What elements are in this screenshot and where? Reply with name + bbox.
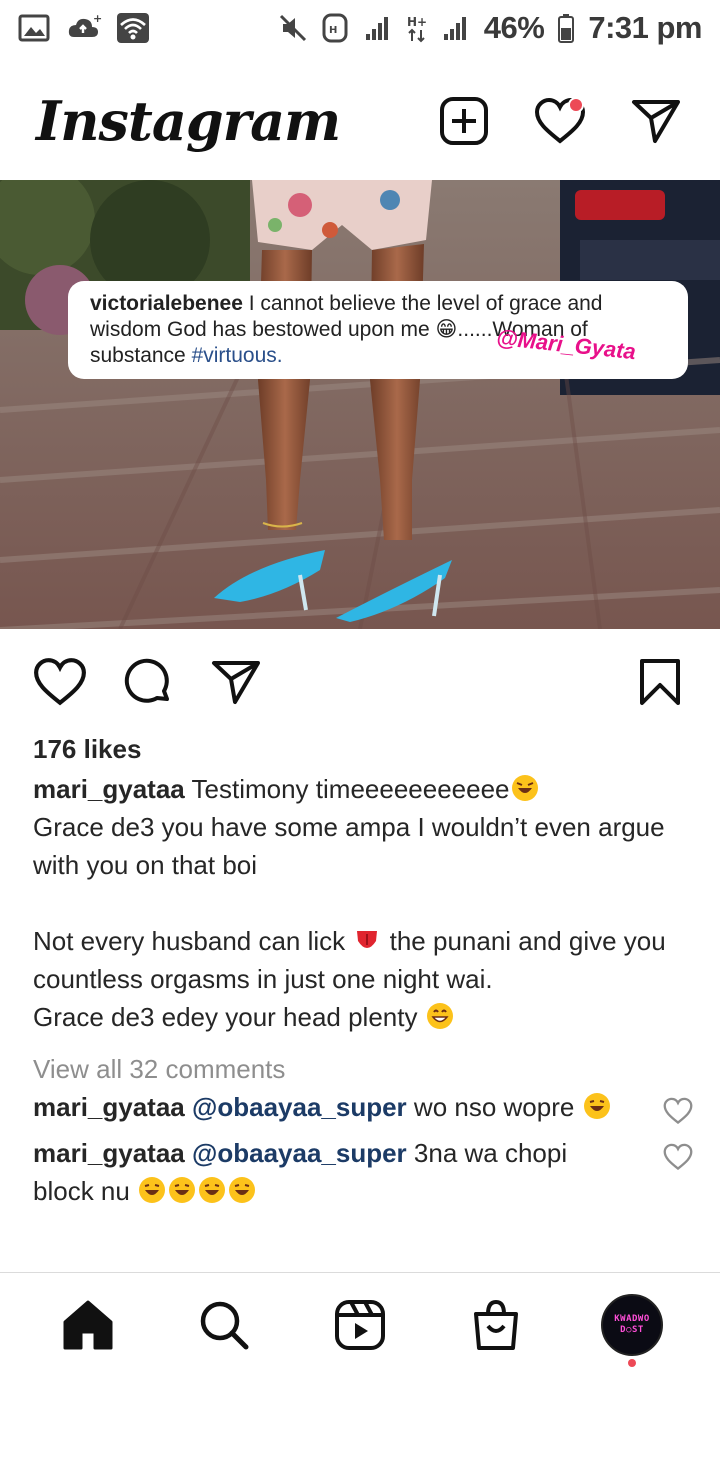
svg-text:H+: H+ — [407, 15, 427, 29]
hplus-icon: H+ — [406, 13, 428, 43]
laugh-emoji-icon — [169, 1177, 196, 1203]
comment-mention[interactable]: @obaayaa_super — [192, 1092, 407, 1122]
share-button[interactable] — [208, 654, 264, 710]
svg-text:+: + — [93, 13, 102, 25]
nav-home[interactable] — [56, 1293, 120, 1357]
profile-avatar[interactable]: KWADWO D○ST — [601, 1293, 663, 1356]
mute-icon — [278, 13, 308, 43]
hd-icon: H — [322, 13, 350, 43]
caption-overlay: victorialebenee I cannot believe the lev… — [68, 281, 688, 379]
comment-username[interactable]: mari_gyataa — [33, 1138, 185, 1168]
laugh-emoji-icon — [583, 1093, 610, 1119]
shop-icon — [474, 1299, 518, 1350]
comment-text: wo nso wopre — [406, 1092, 582, 1122]
likes-count[interactable]: 176 likes — [33, 730, 683, 768]
avatar-text: KWADWO — [614, 1313, 650, 1324]
battery-icon — [558, 13, 575, 43]
comment: mari_gyataa @obaayaa_super 3na wa chopi … — [33, 1134, 693, 1210]
save-button[interactable] — [632, 654, 688, 710]
overlay-hashtag: #virtuous. — [191, 344, 283, 367]
cloud-upload-icon: + — [66, 13, 102, 43]
notification-dot — [628, 1358, 636, 1367]
laugh-emoji-icon — [229, 1177, 256, 1203]
caption-line: Not every husband can lick the punani an… — [33, 922, 683, 998]
view-all-comments-link[interactable]: View all 32 comments — [33, 1050, 683, 1088]
direct-message-icon — [632, 100, 680, 143]
like-button[interactable] — [32, 654, 88, 710]
comment-like-icon[interactable] — [663, 1142, 693, 1172]
caption-text: Testimony timeeeeeeeeeee — [184, 774, 510, 804]
laugh-emoji-icon — [199, 1177, 226, 1203]
grin-emoji-icon — [426, 1003, 453, 1029]
new-post-button[interactable] — [436, 93, 492, 149]
image-icon — [18, 13, 52, 43]
instagram-logo: Instagram — [36, 89, 341, 153]
comment-like-icon[interactable] — [663, 1096, 693, 1126]
nav-shop[interactable] — [464, 1293, 528, 1357]
search-icon — [200, 1301, 249, 1349]
caption-line: Grace de3 edey your head plenty — [33, 998, 683, 1036]
app-header: Instagram — [0, 66, 720, 176]
post-image[interactable]: victorialebenee I cannot believe the lev… — [0, 180, 720, 629]
activity-button[interactable] — [532, 93, 588, 149]
save-icon — [640, 659, 680, 705]
comment-button[interactable] — [120, 654, 176, 710]
tongue-emoji-icon — [357, 931, 378, 948]
reels-icon — [335, 1299, 385, 1350]
rofl-emoji-icon — [511, 775, 538, 801]
laugh-emoji-icon — [139, 1177, 166, 1203]
caption-line-text: Grace de3 edey your head plenty — [33, 1002, 425, 1032]
post-actions — [0, 652, 720, 712]
overlay-username: victorialebenee — [90, 292, 243, 315]
direct-message-button[interactable] — [628, 93, 684, 149]
nav-profile[interactable]: KWADWO D○ST — [600, 1293, 664, 1367]
nav-reels[interactable] — [328, 1293, 392, 1357]
share-icon — [212, 661, 260, 704]
comment-username[interactable]: mari_gyataa — [33, 1092, 185, 1122]
notification-dot — [568, 97, 584, 113]
signal-icon — [364, 14, 392, 42]
avatar-text: D○ST — [620, 1324, 644, 1335]
battery-percent: 46% — [483, 10, 545, 45]
clock: 7:31 pm — [588, 10, 702, 45]
comment-mention[interactable]: @obaayaa_super — [192, 1138, 407, 1168]
caption-line: Grace de3 you have some ampa I wouldn’t … — [33, 812, 672, 880]
caption-line-text: Not every husband can lick — [33, 926, 353, 956]
signal-icon — [442, 14, 470, 42]
caption-username[interactable]: mari_gyataa — [33, 774, 185, 804]
comment: mari_gyataa @obaayaa_super wo nso wopre — [33, 1088, 693, 1126]
status-bar: + H H+ 46% 7:31 pm — [0, 0, 720, 56]
caption: mari_gyataa Testimony timeeeeeeeeeee Gra… — [33, 770, 683, 1036]
post-body: 176 likes mari_gyataa Testimony timeeeee… — [33, 730, 693, 1210]
comment-icon — [124, 658, 169, 703]
wifi-icon — [116, 12, 150, 44]
home-icon — [63, 1300, 113, 1349]
svg-text:H: H — [329, 25, 337, 36]
bottom-nav: KWADWO D○ST — [0, 1272, 720, 1376]
nav-search[interactable] — [192, 1293, 256, 1357]
like-icon — [34, 658, 86, 706]
new-post-icon — [440, 97, 488, 145]
